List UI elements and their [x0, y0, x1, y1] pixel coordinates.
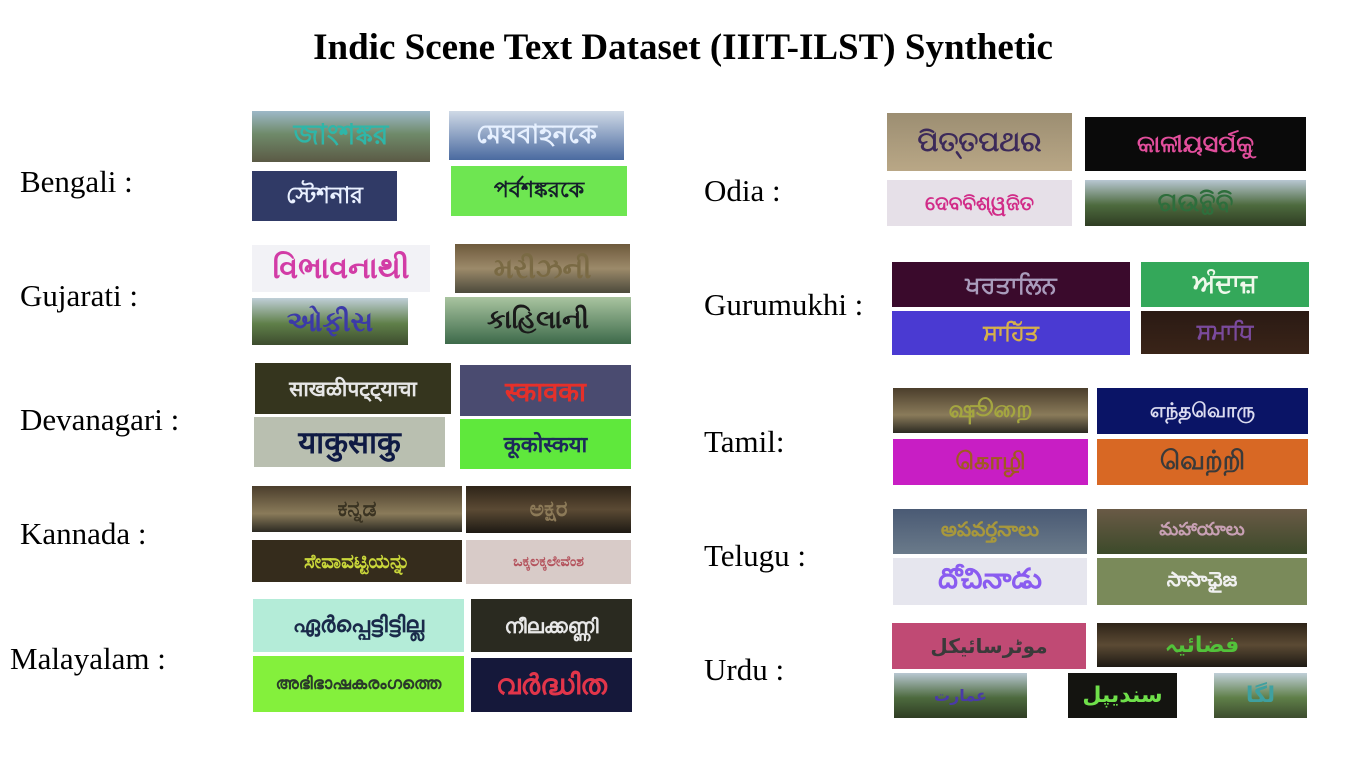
sample-image-gujarati-3: ઓફીસ	[252, 298, 408, 345]
sample-image-telugu-4: సాసాఛైజ	[1097, 558, 1307, 605]
sample-image-urdu-4: سندیپل	[1068, 673, 1177, 718]
language-label-odia: Odia :	[704, 173, 781, 208]
page-title: Indic Scene Text Dataset (IIIT-ILST) Syn…	[313, 27, 1053, 68]
sample-image-malayalam-2: നീലക്കണ്ണി	[471, 599, 632, 652]
sample-image-tamil-4: வெற்றி	[1097, 439, 1308, 485]
language-label-gujarati: Gujarati :	[20, 278, 138, 313]
sample-image-kannada-3: ಸೇವಾವಟ್ಟಿಯನ್ನು	[252, 540, 462, 582]
sample-image-tamil-1: ஷூறை	[893, 388, 1088, 433]
sample-image-devanagari-2: स्कावका	[460, 365, 631, 416]
sample-image-devanagari-4: कूकोस्कया	[460, 419, 631, 469]
sample-image-kannada-2: ಅಕ್ಷರ	[466, 486, 631, 533]
sample-image-devanagari-3: याकुसाकु	[254, 417, 445, 467]
sample-image-odia-1: ପିତ୍ତପଥର	[887, 113, 1072, 171]
language-label-bengali: Bengali :	[20, 164, 133, 199]
sample-image-bengali-4: পর্বশঙ্করকে	[451, 166, 627, 216]
sample-image-gurumukhi-1: ਖਰਤਾਲਿਨ	[892, 262, 1130, 307]
language-label-malayalam: Malayalam :	[10, 641, 166, 676]
sample-image-urdu-2: فضائیہ	[1097, 623, 1307, 667]
sample-image-telugu-1: అపవర్తనాలు	[893, 509, 1087, 554]
sample-image-bengali-3: স্টেশনার	[252, 171, 397, 221]
language-label-urdu: Urdu :	[704, 652, 785, 687]
sample-image-urdu-3: عمارت	[894, 673, 1027, 718]
language-label-kannada: Kannada :	[20, 516, 147, 551]
sample-image-urdu-1: موٹرسائیکل	[892, 623, 1086, 669]
sample-image-gujarati-2: મરીઝની	[455, 244, 630, 293]
sample-image-tamil-3: கொழி	[893, 439, 1088, 485]
sample-image-telugu-2: మహాయాలు	[1097, 509, 1307, 554]
sample-image-malayalam-4: വർദ്ധിത	[471, 658, 632, 712]
sample-image-odia-2: କାଳୀୟସର୍ପକୁ	[1085, 117, 1306, 171]
language-label-devanagari: Devanagari :	[20, 402, 180, 437]
sample-image-bengali-1: জাংশঙ্কর	[252, 111, 430, 162]
language-label-telugu: Telugu :	[704, 538, 807, 573]
sample-image-telugu-3: దోచినాడు	[893, 558, 1087, 605]
language-label-tamil: Tamil:	[704, 424, 785, 459]
sample-image-gurumukhi-3: ਸਾਹਿੱਤ	[892, 311, 1130, 355]
sample-image-gujarati-1: વિભાવનાથી	[252, 245, 430, 292]
sample-image-odia-4: ଗଉନ୍ଥିବି	[1085, 180, 1306, 226]
sample-image-bengali-2: মেঘবাহনকে	[449, 111, 624, 160]
sample-image-kannada-4: ಒಕ್ಕಲಕ್ಕಲೇವೆಂಶ	[466, 540, 631, 584]
sample-image-gurumukhi-2: ਅੰਦਾਜ਼	[1141, 262, 1309, 307]
sample-image-gujarati-4: કાહિલાની	[445, 297, 631, 344]
sample-image-malayalam-1: ഏർപ്പെട്ടിട്ടില്ല	[253, 599, 464, 652]
sample-image-malayalam-3: അഭിഭാഷകരംഗത്തെ	[253, 656, 464, 712]
sample-image-kannada-1: ಕನ್ನಡ	[252, 486, 462, 532]
language-label-gurumukhi: Gurumukhi :	[704, 287, 864, 322]
sample-image-odia-3: ଦେବବିଶ୍ୱଜିତ	[887, 180, 1072, 226]
sample-image-urdu-5: لگا	[1214, 673, 1307, 718]
sample-image-gurumukhi-4: ਸਮਾਧਿ	[1141, 311, 1309, 354]
sample-image-tamil-2: எந்தவொரு	[1097, 388, 1308, 434]
sample-image-devanagari-1: साखळीपट्ट्याचा	[255, 363, 451, 414]
